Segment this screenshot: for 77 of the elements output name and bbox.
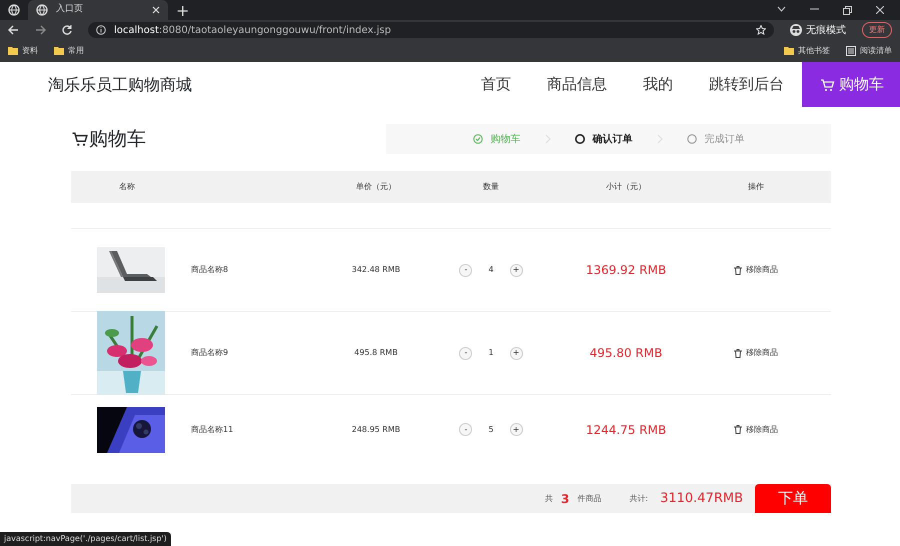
decrease-button[interactable]: - bbox=[459, 423, 472, 436]
url-host[interactable]: localhost bbox=[114, 24, 159, 36]
step-label: 确认订单 bbox=[592, 132, 632, 146]
increase-button[interactable]: + bbox=[510, 264, 523, 276]
trash-icon bbox=[734, 266, 742, 274]
remove-link[interactable]: 移除商品 bbox=[734, 347, 778, 359]
count-suffix: 件商品 bbox=[577, 492, 602, 504]
info-icon bbox=[96, 25, 106, 35]
column-header: 单价（元） bbox=[356, 182, 396, 191]
total-label: 共计: bbox=[629, 492, 648, 504]
subtotal: 495.80 RMB bbox=[590, 346, 662, 360]
quantity: 1 bbox=[488, 347, 494, 359]
incognito-icon bbox=[790, 24, 802, 36]
reload-icon[interactable] bbox=[62, 25, 72, 35]
chevron-right-icon bbox=[656, 134, 662, 144]
folder-icon bbox=[784, 46, 794, 56]
trash-icon bbox=[734, 348, 742, 358]
globe-icon bbox=[36, 4, 48, 16]
unit-price: 248.95 RMB bbox=[352, 424, 400, 434]
quantity: 5 bbox=[488, 424, 494, 436]
nav-link[interactable]: 购物车 bbox=[802, 62, 900, 107]
nav-link[interactable]: 我的 bbox=[625, 62, 691, 107]
remove-link[interactable]: 移除商品 bbox=[734, 424, 778, 436]
minimize-icon[interactable] bbox=[810, 6, 819, 12]
close-icon[interactable] bbox=[152, 6, 160, 14]
increase-button[interactable]: + bbox=[510, 423, 523, 436]
product-name: 商品名称9 bbox=[191, 348, 228, 357]
update-button[interactable]: 更新 bbox=[862, 22, 892, 38]
column-header: 小计（元） bbox=[606, 182, 646, 191]
count-prefix: 共 bbox=[545, 492, 553, 504]
column-header: 操作 bbox=[748, 182, 764, 191]
forward-icon[interactable] bbox=[35, 25, 46, 35]
decrease-button[interactable]: - bbox=[459, 346, 472, 360]
browser-tab[interactable]: 入口页 bbox=[28, 0, 168, 20]
quantity: 4 bbox=[488, 264, 494, 276]
new-tab-button[interactable]: + bbox=[176, 2, 190, 20]
chevron-down-icon[interactable] bbox=[777, 6, 786, 12]
step-label: 完成订单 bbox=[704, 132, 744, 146]
step-label: 购物车 bbox=[490, 132, 520, 146]
subtotal: 1244.75 RMB bbox=[586, 422, 666, 436]
cart-icon bbox=[71, 131, 89, 147]
column-header: 数量 bbox=[483, 182, 499, 191]
bookmark[interactable]: 常用 bbox=[54, 45, 84, 57]
unit-price: 495.8 RMB bbox=[354, 348, 398, 357]
nav-link[interactable]: 首页 bbox=[463, 62, 529, 107]
folder-icon bbox=[8, 46, 18, 56]
reading-list-icon bbox=[846, 46, 856, 56]
bookmark[interactable]: 阅读清单 bbox=[846, 45, 892, 57]
subtotal: 1369.92 RMB bbox=[586, 263, 666, 277]
remove-link[interactable]: 移除商品 bbox=[734, 264, 778, 276]
column-header: 名称 bbox=[119, 182, 135, 191]
nav-link[interactable]: 跳转到后台 bbox=[691, 62, 802, 107]
back-icon[interactable] bbox=[8, 25, 19, 35]
status-url: javascript:navPage('./pages/cart/list.jsp') bbox=[0, 532, 171, 546]
close-icon[interactable] bbox=[876, 6, 884, 14]
cart-icon bbox=[820, 78, 835, 92]
unit-price: 342.48 RMB bbox=[352, 265, 400, 274]
bookmark[interactable]: 资料 bbox=[8, 45, 38, 57]
restore-icon[interactable] bbox=[843, 6, 852, 14]
star-icon[interactable] bbox=[756, 25, 766, 35]
folder-icon bbox=[54, 46, 64, 56]
product-name: 商品名称11 bbox=[191, 424, 234, 434]
profile-label: 无痕模式 bbox=[806, 24, 846, 38]
item-count: 3 bbox=[560, 490, 570, 508]
chevron-right-icon bbox=[544, 134, 550, 144]
product-name: 商品名称8 bbox=[191, 265, 228, 274]
trash-icon bbox=[734, 425, 742, 434]
nav-link[interactable]: 商品信息 bbox=[529, 62, 625, 107]
url-path[interactable]: :8080/taotaoleyaungonggouwu/front/index.jsp bbox=[158, 24, 391, 36]
brand-title[interactable]: 淘乐乐员工购物商城 bbox=[48, 72, 192, 96]
total-amount: 3110.47RMB bbox=[660, 490, 743, 508]
decrease-button[interactable]: - bbox=[459, 264, 472, 276]
increase-button[interactable]: + bbox=[510, 346, 523, 360]
order-button[interactable]: 下单 bbox=[755, 484, 831, 513]
page-title: 购物车 bbox=[71, 124, 146, 154]
bookmark[interactable]: 其他书签 bbox=[784, 45, 830, 57]
globe-icon[interactable] bbox=[8, 4, 20, 16]
